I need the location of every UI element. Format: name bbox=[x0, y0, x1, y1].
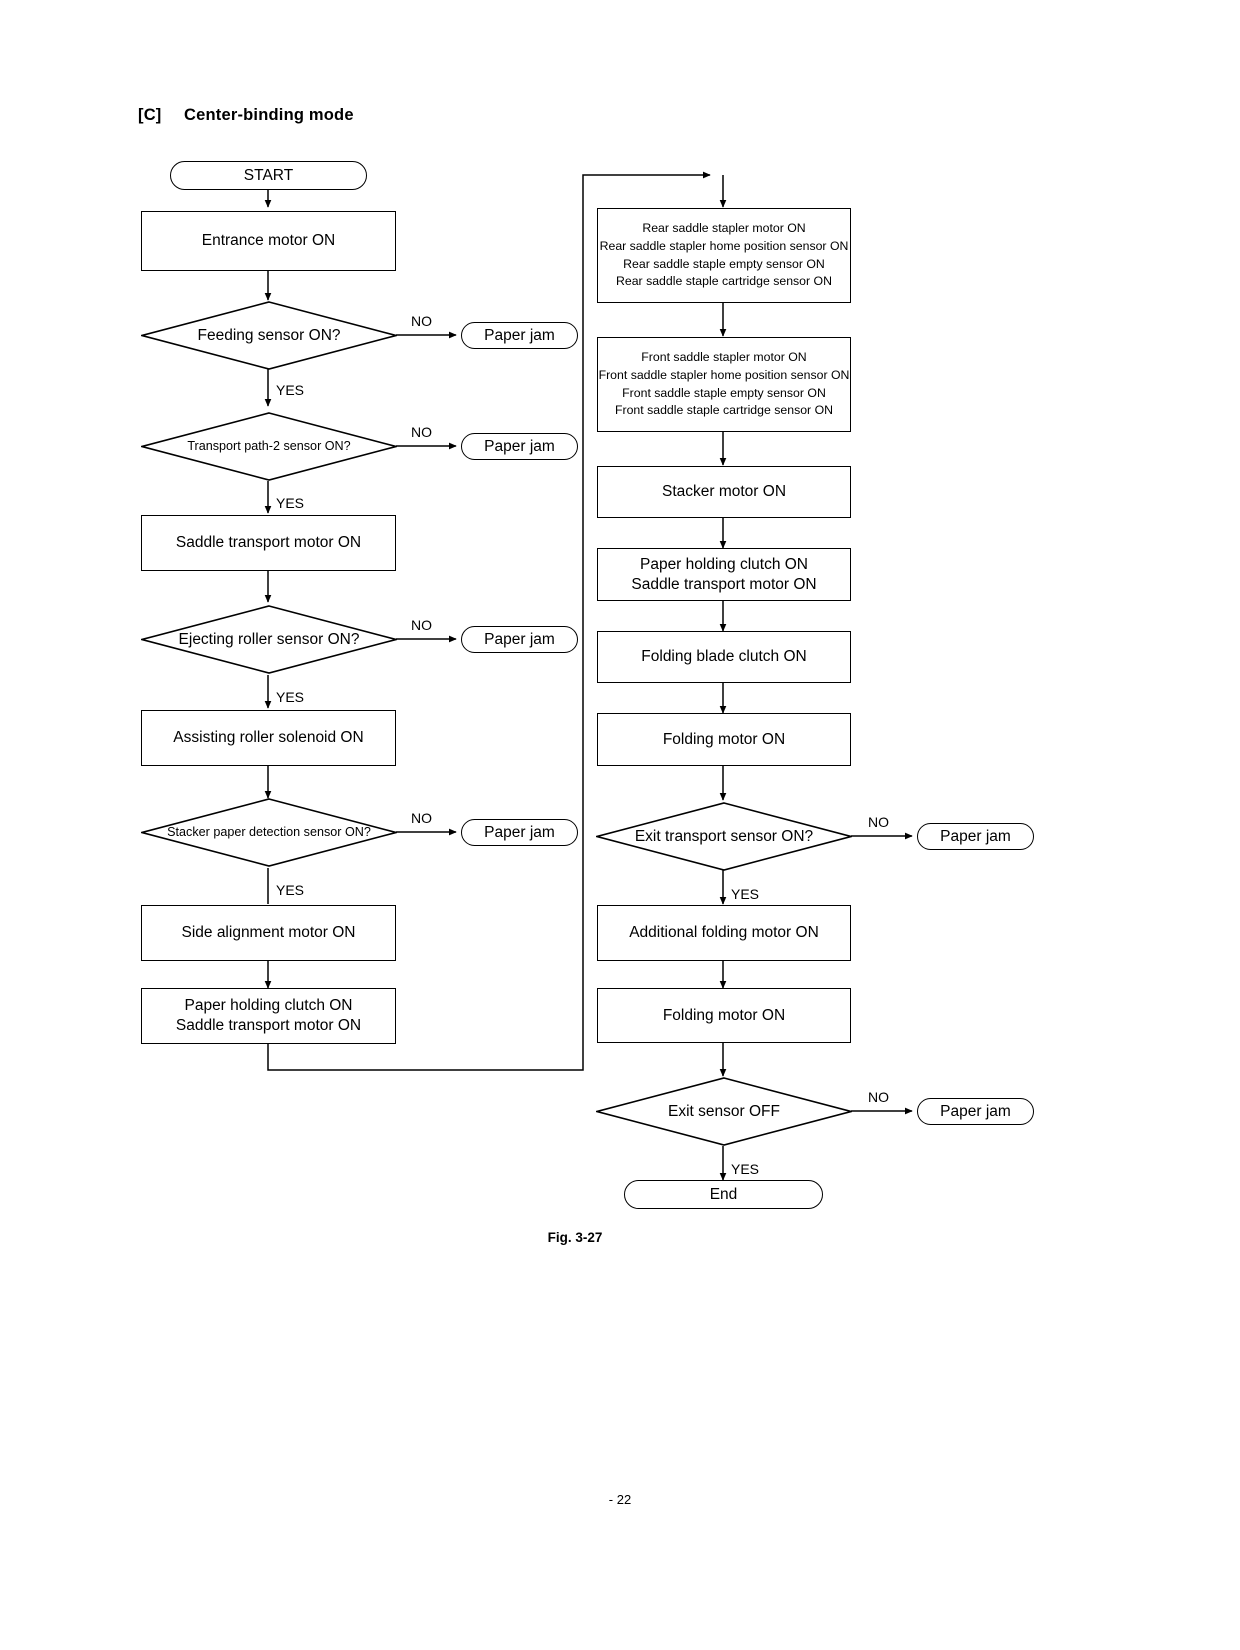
edge-label-yes-exit-transport: YES bbox=[731, 886, 760, 902]
process-rear-saddle-line4: Rear saddle staple cartridge sensor ON bbox=[616, 274, 832, 289]
paper-jam-label: Paper jam bbox=[484, 630, 555, 648]
process-front-saddle-line3: Front saddle staple empty sensor ON bbox=[622, 385, 826, 400]
process-side-alignment-motor-label: Side alignment motor ON bbox=[181, 924, 356, 942]
page-number: - 22 bbox=[608, 1492, 632, 1507]
decision-stacker-paper-detection-label: Stacker paper detection sensor ON? bbox=[167, 825, 371, 840]
decision-feeding-sensor: Feeding sensor ON? bbox=[141, 301, 397, 370]
edge-label-yes-stacker: YES bbox=[276, 882, 305, 898]
process-rear-saddle-line2: Rear saddle stapler home position sensor… bbox=[599, 238, 849, 253]
process-saddle-transport-motor: Saddle transport motor ON bbox=[141, 515, 396, 571]
figure-caption-text: Fig. 3-27 bbox=[547, 1230, 603, 1245]
process-paper-holding-clutch-2-line2: Saddle transport motor ON bbox=[631, 575, 817, 593]
process-front-saddle-line1: Front saddle stapler motor ON bbox=[641, 349, 807, 364]
terminator-paper-jam-feeding: Paper jam bbox=[461, 322, 578, 349]
paper-jam-label: Paper jam bbox=[940, 827, 1011, 845]
process-folding-motor-2: Folding motor ON bbox=[597, 988, 851, 1043]
process-rear-saddle-line3: Rear saddle staple empty sensor ON bbox=[623, 256, 825, 271]
edge-label-no-transport2: NO bbox=[411, 424, 432, 440]
process-folding-blade-clutch: Folding blade clutch ON bbox=[597, 631, 851, 683]
process-assisting-roller-solenoid: Assisting roller solenoid ON bbox=[141, 710, 396, 766]
process-folding-blade-clutch-label: Folding blade clutch ON bbox=[641, 648, 807, 666]
terminator-paper-jam-ejecting: Paper jam bbox=[461, 626, 578, 653]
edge-label-no-ejecting: NO bbox=[411, 617, 432, 633]
process-rear-saddle-line1: Rear saddle stapler motor ON bbox=[642, 220, 806, 235]
process-folding-motor-1: Folding motor ON bbox=[597, 713, 851, 766]
process-paper-holding-clutch-1-line2: Saddle transport motor ON bbox=[175, 1017, 362, 1034]
terminator-paper-jam-stacker: Paper jam bbox=[461, 819, 578, 846]
decision-exit-transport-sensor-label: Exit transport sensor ON? bbox=[634, 827, 814, 845]
process-paper-holding-clutch-2: Paper holding clutch ON Saddle transport… bbox=[597, 548, 851, 601]
terminator-paper-jam-transport2: Paper jam bbox=[461, 433, 578, 460]
flowchart-page: [C] Center-binding mode START Entrance m… bbox=[0, 0, 1240, 1650]
process-folding-motor-1-label: Folding motor ON bbox=[662, 730, 786, 748]
edge-label-yes-exit-sensor: YES bbox=[731, 1161, 760, 1177]
decision-ejecting-roller: Ejecting roller sensor ON? bbox=[141, 605, 397, 674]
edge-label-yes-feeding: YES bbox=[276, 382, 305, 398]
process-stacker-motor-label: Stacker motor ON bbox=[661, 483, 787, 501]
process-stacker-motor: Stacker motor ON bbox=[597, 466, 851, 518]
process-paper-holding-clutch-1-line1: Paper holding clutch ON bbox=[184, 997, 353, 1015]
edge-label-no-exit-transport: NO bbox=[868, 814, 889, 830]
decision-exit-sensor-off: Exit sensor OFF bbox=[596, 1077, 852, 1146]
paper-jam-label: Paper jam bbox=[940, 1102, 1011, 1120]
decision-stacker-paper-detection: Stacker paper detection sensor ON? bbox=[141, 798, 397, 867]
figure-caption: Fig. 3-27 bbox=[0, 1230, 1240, 1245]
edge-label-no-exit-sensor: NO bbox=[868, 1089, 889, 1105]
edge-label-no-feeding: NO bbox=[411, 313, 432, 329]
process-folding-motor-2-label: Folding motor ON bbox=[662, 1006, 786, 1024]
process-front-saddle-line2: Front saddle stapler home position senso… bbox=[598, 367, 850, 382]
terminator-start: START bbox=[170, 161, 367, 190]
decision-feeding-sensor-label: Feeding sensor ON? bbox=[197, 326, 341, 344]
decision-ejecting-roller-label: Ejecting roller sensor ON? bbox=[178, 630, 360, 648]
terminator-start-label: START bbox=[243, 166, 294, 184]
decision-exit-sensor-off-label: Exit sensor OFF bbox=[668, 1102, 780, 1120]
process-paper-holding-clutch-1: Paper holding clutch ON Saddle transport… bbox=[141, 988, 396, 1044]
terminator-end-label: End bbox=[709, 1185, 738, 1203]
process-front-saddle-line4: Front saddle staple cartridge sensor ON bbox=[614, 403, 834, 418]
edge-label-yes-ejecting: YES bbox=[276, 689, 305, 705]
terminator-paper-jam-exit-transport: Paper jam bbox=[917, 823, 1034, 850]
process-assisting-roller-solenoid-label: Assisting roller solenoid ON bbox=[173, 729, 364, 747]
process-front-saddle-stapler: Front saddle stapler motor ON Front sadd… bbox=[597, 337, 851, 432]
terminator-end: End bbox=[624, 1180, 823, 1209]
paper-jam-label: Paper jam bbox=[484, 437, 555, 455]
edge-label-no-stacker: NO bbox=[411, 810, 432, 826]
process-rear-saddle-stapler: Rear saddle stapler motor ON Rear saddle… bbox=[597, 208, 851, 303]
paper-jam-label: Paper jam bbox=[484, 326, 555, 344]
process-side-alignment-motor: Side alignment motor ON bbox=[141, 905, 396, 961]
process-entrance-motor-label: Entrance motor ON bbox=[201, 232, 336, 250]
terminator-paper-jam-exit-sensor: Paper jam bbox=[917, 1098, 1034, 1125]
process-additional-folding-motor: Additional folding motor ON bbox=[597, 905, 851, 961]
decision-exit-transport-sensor: Exit transport sensor ON? bbox=[596, 802, 852, 871]
edge-label-yes-transport2: YES bbox=[276, 495, 305, 511]
process-entrance-motor: Entrance motor ON bbox=[141, 211, 396, 271]
process-paper-holding-clutch-2-line1: Paper holding clutch ON bbox=[639, 555, 808, 573]
process-saddle-transport-motor-label: Saddle transport motor ON bbox=[175, 534, 362, 552]
decision-transport-path2-label: Transport path-2 sensor ON? bbox=[187, 439, 351, 454]
process-additional-folding-motor-label: Additional folding motor ON bbox=[629, 924, 819, 942]
decision-transport-path2: Transport path-2 sensor ON? bbox=[141, 412, 397, 481]
paper-jam-label: Paper jam bbox=[484, 823, 555, 841]
